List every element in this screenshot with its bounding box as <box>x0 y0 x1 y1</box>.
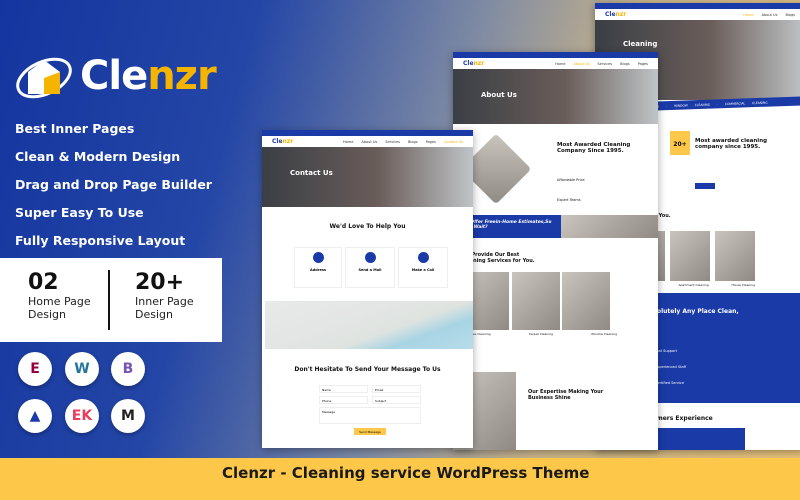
map[interactable] <box>265 301 473 349</box>
name-field[interactable]: Name <box>319 385 368 393</box>
elementor-icon: E <box>18 352 52 386</box>
nav-item[interactable]: About Us <box>574 62 590 66</box>
nav-bar: Clenzr Home About Us Blogs <box>595 9 800 20</box>
hero: Contact Us <box>262 147 473 207</box>
service-label: Apartment Cleaning <box>678 283 709 287</box>
feature-item: Super Easy To Use <box>15 205 144 220</box>
hero-title: Cleaning <box>623 40 658 48</box>
nav-item[interactable]: Contact Us <box>444 140 463 144</box>
nav-item[interactable]: Home <box>743 13 753 17</box>
feature-item: Clean & Modern Design <box>15 149 181 164</box>
hero-title: About Us <box>481 91 517 99</box>
phone-icon <box>418 252 429 263</box>
feature-item: Best Inner Pages <box>15 121 135 136</box>
call-card: Make a Call <box>398 247 448 288</box>
card-title: Send a Mail <box>358 268 382 272</box>
form-title: Don't Hesitate To Send Your Message To U… <box>294 366 441 373</box>
house-brush-icon <box>16 57 72 99</box>
ticker-item: COMMERCIAL CLEANING <box>724 100 768 107</box>
message-field[interactable]: Message <box>319 407 421 424</box>
stat-home: 02 Home Page Design <box>0 258 115 342</box>
stat-inner: 20+ Inner Page Design <box>115 258 222 342</box>
service-label: Carpet Cleaning <box>528 332 553 336</box>
points-list: Fast Support Experienced Staff Certified S… <box>655 343 686 391</box>
footer-title: Clenzr - Cleaning service WordPress Them… <box>222 464 590 482</box>
wordpress-icon: W <box>65 352 99 386</box>
point-item: Experienced Staff <box>655 365 687 369</box>
award-heading: Most Awarded Cleaning Company Since 1995… <box>557 142 631 154</box>
stat-label: Inner Page Design <box>135 295 194 321</box>
years-badge: 20+ <box>670 131 690 155</box>
award-heading: Most awarded cleaning company since 1995… <box>695 138 768 150</box>
phone-field[interactable]: Phone <box>319 396 368 404</box>
mailchimp-icon: M <box>111 399 145 433</box>
nav-bar: Clenzr Home About Us Services Blogs Pages <box>453 58 658 69</box>
mini-logo: Clenzr <box>463 60 485 67</box>
stat-value: 20+ <box>135 270 185 295</box>
mini-logo: Clenzr <box>272 138 294 145</box>
feature-item: Drag and Drop Page Builder <box>15 177 212 192</box>
brand-name-part2: nzr <box>147 53 216 99</box>
video-thumbnail[interactable] <box>561 215 658 238</box>
nav-item[interactable]: About Us <box>361 140 377 144</box>
address-card: Address <box>294 247 342 288</box>
point-item: Certified Service <box>655 381 685 385</box>
ticker-item: WINDOW CLEANING <box>673 102 711 108</box>
about-page-screenshot: Clenzr Home About Us Services Blogs Pages Abo… <box>453 52 658 450</box>
nav-item[interactable]: Home <box>555 62 565 66</box>
mail-icon <box>365 252 376 263</box>
bootstrap-icon: B <box>111 352 145 386</box>
nav-item[interactable]: Home <box>343 140 353 144</box>
ekit-icon: EK <box>65 399 99 433</box>
hero-title: Contact Us <box>290 169 333 177</box>
feature-item: Fully Responsive Layout <box>15 233 186 248</box>
service-photo <box>562 272 610 330</box>
service-photo <box>670 231 710 281</box>
nav-item[interactable]: About Us <box>762 13 778 17</box>
mini-logo: Clenzr <box>605 11 627 18</box>
help-heading: We'd Love To Help You <box>329 223 406 230</box>
nav-item[interactable]: Blogs <box>785 13 795 17</box>
nav-bar: Clenzr Home About Us Services Blogs Pages Cont… <box>262 136 473 147</box>
nav-item[interactable]: Pages <box>638 62 648 66</box>
card-title: Make a Call <box>411 268 435 272</box>
mountain-icon: ▲ <box>18 399 52 433</box>
feature-label: Expert Teams <box>557 198 581 202</box>
nav-item[interactable]: Services <box>385 140 400 144</box>
divider <box>108 270 110 330</box>
feature-label: Affordable Price <box>557 178 585 182</box>
stat-label: Home Page Design <box>28 295 91 321</box>
send-message-button[interactable]: Send Message <box>354 428 386 435</box>
features-list: Affordable Price Expert Teams <box>557 170 585 210</box>
subject-field[interactable]: Subject <box>372 396 421 404</box>
point-item: Fast Support <box>655 349 677 353</box>
location-icon <box>313 252 324 263</box>
services-title: We Provide Our Best Cleaning Services fo… <box>461 252 535 264</box>
brand-name: Clenzr <box>80 53 217 99</box>
hero: About Us <box>453 69 658 124</box>
stat-value: 02 <box>28 270 59 295</box>
nav-item[interactable]: Services <box>597 62 612 66</box>
cta-button[interactable] <box>695 183 715 189</box>
expertise-heading: Our Expertise Making Your Business Shine <box>528 389 604 401</box>
nav-item[interactable]: Pages <box>426 140 436 144</box>
mail-card: Send a Mail <box>345 247 395 288</box>
email-field[interactable]: Email <box>372 385 421 393</box>
brand-logo: Clenzr <box>14 48 217 104</box>
nav-item[interactable]: Blogs <box>408 140 418 144</box>
brand-name-part1: Cle <box>80 53 148 99</box>
services-list: House Cleaning Carpet Cleaning Window Clea… <box>467 332 617 336</box>
contact-page-screenshot: Clenzr Home About Us Services Blogs Pages Cont… <box>262 130 473 448</box>
nav-item[interactable]: Blogs <box>620 62 630 66</box>
service-photo <box>512 272 560 330</box>
service-label: Window Cleaning <box>591 332 617 336</box>
service-photo <box>715 231 755 281</box>
card-title: Address <box>310 268 326 272</box>
service-label: House Cleaning <box>731 283 755 287</box>
footer-band: Clenzr - Cleaning service WordPress Them… <box>0 458 800 500</box>
stats-box: 02 Home Page Design 20+ Inner Page Design <box>0 258 222 342</box>
